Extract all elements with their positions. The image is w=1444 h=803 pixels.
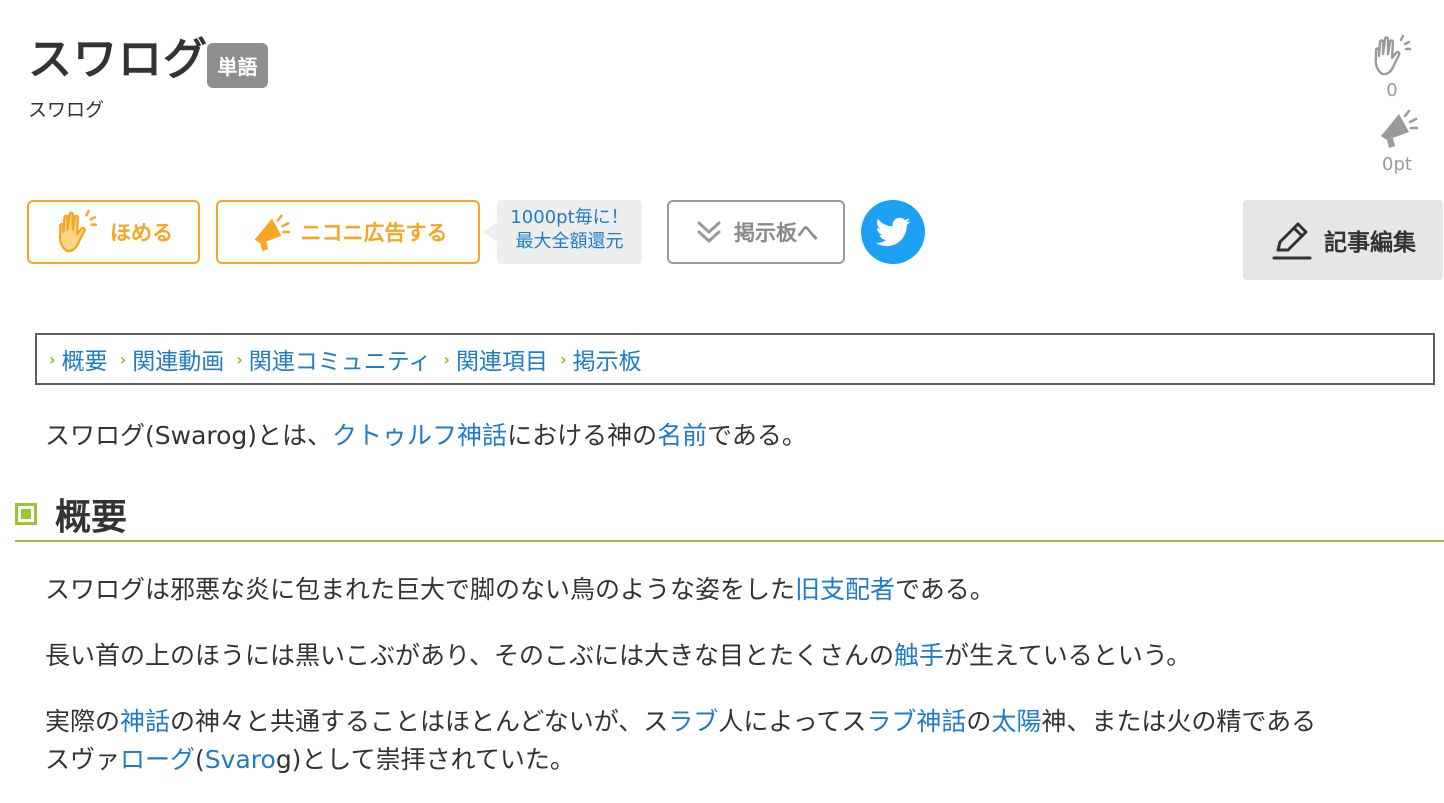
toc-item-board[interactable]: › 掲示板	[560, 342, 642, 376]
toc-item-overview[interactable]: › 概要	[49, 342, 108, 376]
megaphone-icon	[249, 211, 301, 253]
overview-paragraph-2: 長い首の上のほうには黒いこぶがあり、そのこぶには大きな目とたくさんの触手が生えて…	[45, 641, 1192, 670]
link-great-old-one[interactable]: 旧支配者	[795, 575, 895, 604]
link-myth[interactable]: 神話	[120, 707, 170, 736]
paragraph-3-line-1: 実際の神話の神々と共通することはほとんどないが、スラブ人によってスラブ神話の太陽…	[45, 707, 1317, 736]
page-title: スワログ	[28, 34, 208, 85]
advertise-button-label: ニコニ広告する	[300, 221, 448, 245]
overview-paragraph-1: スワログは邪悪な炎に包まれた巨大で脚のない鳥のような姿をした旧支配者である。	[45, 575, 995, 604]
twitter-share-button[interactable]	[861, 200, 925, 264]
toc-item-related-communities[interactable]: › 関連コミュニティ	[236, 342, 431, 376]
ad-points: 0pt	[1382, 154, 1412, 175]
chevron-right-icon: ›	[443, 349, 450, 369]
table-of-contents: › 概要 › 関連動画 › 関連コミュニティ › 関連項目 › 掲示板	[35, 333, 1435, 385]
edit-article-label: 記事編集	[1324, 230, 1416, 256]
advertise-button[interactable]: ニコニ広告する	[216, 200, 480, 264]
link-svaro[interactable]: Svaro	[205, 745, 276, 774]
chevron-right-icon: ›	[560, 349, 567, 369]
points-promo-bubble[interactable]: 1000pt毎に！ 最大全額還元	[483, 200, 642, 264]
clap-icon	[54, 209, 110, 255]
praise-button-label: ほめる	[110, 221, 173, 245]
praise-button[interactable]: ほめる	[27, 200, 200, 264]
link-sun[interactable]: 太陽	[991, 707, 1041, 736]
board-button-label: 掲示板へ	[734, 221, 818, 245]
section-heading-overview: 概要	[15, 488, 1444, 542]
praise-counter[interactable]: 0	[1362, 34, 1422, 101]
clap-icon	[1362, 34, 1422, 78]
praise-count: 0	[1386, 80, 1398, 101]
toc-item-related-items[interactable]: › 関連項目	[443, 342, 548, 376]
title-reading: スワログ	[28, 99, 105, 121]
ad-counter[interactable]: 0pt	[1367, 106, 1427, 175]
chevron-right-icon: ›	[236, 349, 243, 369]
link-cthulhu-mythos[interactable]: クトゥルフ神話	[332, 421, 507, 450]
link-slavic-mythology[interactable]: ラブ神話	[866, 707, 966, 736]
heading-square-icon	[15, 503, 37, 525]
megaphone-icon	[1367, 106, 1427, 150]
chevron-right-icon: ›	[119, 349, 127, 369]
intro-paragraph: スワログ(Swarog)とは、クトゥルフ神話における神の名前である。	[45, 421, 807, 450]
pencil-icon	[1270, 218, 1324, 262]
double-chevron-down-icon	[694, 217, 734, 247]
chevron-right-icon: ›	[49, 349, 56, 369]
link-name[interactable]: 名前	[657, 421, 707, 450]
link-tentacle[interactable]: 触手	[894, 641, 944, 670]
promo-line-2: 最大全額還元	[515, 231, 624, 252]
link-rab[interactable]: ラブ	[668, 707, 718, 736]
section-heading-text: 概要	[55, 497, 128, 538]
word-badge: 単語	[207, 43, 268, 88]
paragraph-3-line-2: スヴァローグ(Svarog)として崇拝されていた。	[45, 745, 575, 774]
board-button[interactable]: 掲示板へ	[667, 200, 845, 264]
toc-item-related-videos[interactable]: › 関連動画	[120, 342, 225, 376]
link-rogue[interactable]: ローグ	[120, 745, 195, 774]
promo-line-1: 1000pt毎に！	[510, 207, 629, 228]
overview-paragraph-3: 実際の神話の神々と共通することはほとんどないが、スラブ人によってスラブ神話の太陽…	[45, 703, 1316, 779]
twitter-bird-icon	[874, 213, 912, 251]
edit-article-button[interactable]: 記事編集	[1243, 200, 1443, 280]
